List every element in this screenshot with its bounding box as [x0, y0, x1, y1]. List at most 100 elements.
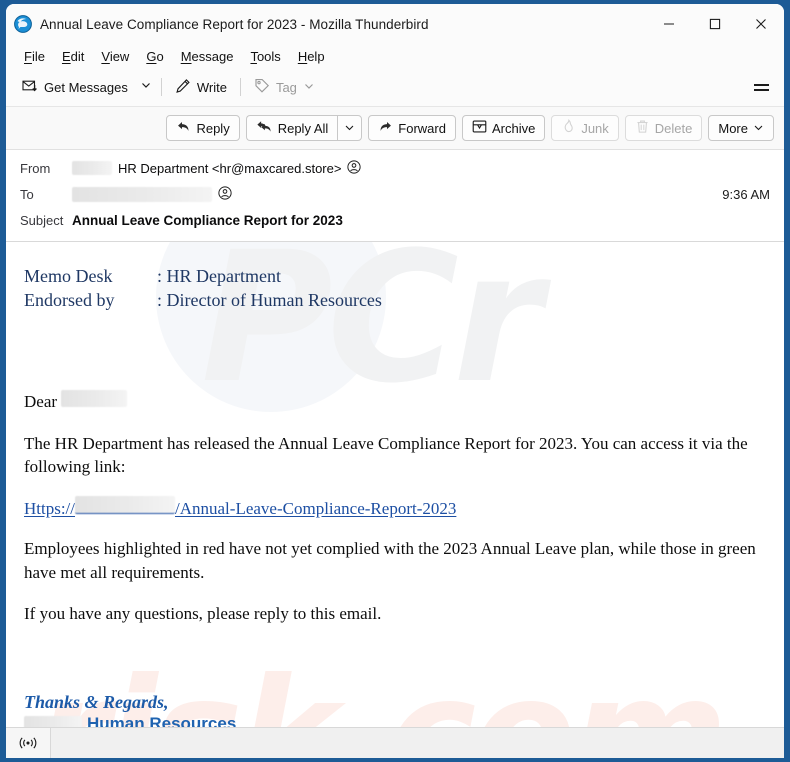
close-icon[interactable]	[738, 4, 784, 44]
message-body: PCr risk.com Memo Desk : HR Department E…	[6, 242, 784, 727]
header-row-to: To 9:36 AM	[6, 181, 784, 207]
reply-all-arrow-icon	[256, 119, 273, 137]
window-title: Annual Leave Compliance Report for 2023 …	[40, 16, 429, 32]
memo-key: Endorsed by	[24, 290, 115, 311]
forward-label: Forward	[398, 120, 446, 136]
toolbar-separator-2	[239, 78, 241, 96]
pencil-icon	[175, 78, 191, 97]
status-bar	[6, 727, 784, 758]
signature-block: Thanks & Regards, Human Resources HR@	[24, 691, 766, 727]
body-content: Memo Desk : HR Department Endorsed by : …	[24, 264, 766, 727]
to-label: To	[20, 186, 34, 202]
delete-button[interactable]: Delete	[624, 115, 703, 141]
link-suffix: /Annual-Leave-Compliance-Report-2023	[175, 499, 457, 519]
reply-arrow-icon	[176, 119, 191, 137]
junk-button[interactable]: Junk	[551, 115, 619, 141]
archive-box-icon	[472, 119, 487, 137]
chevron-down-icon	[140, 78, 152, 96]
chevron-down-icon	[753, 121, 764, 136]
memo-value: : HR Department	[157, 266, 281, 286]
menu-item-go[interactable]: Go	[138, 47, 171, 66]
get-messages-label: Get Messages	[44, 79, 128, 95]
contact-avatar-icon[interactable]	[347, 159, 362, 177]
more-button[interactable]: More	[708, 115, 774, 141]
link-prefix: Https://	[24, 499, 76, 519]
reply-label: Reply	[196, 120, 230, 136]
reply-all-label: Reply All	[277, 120, 329, 136]
message-header: From HR Department <hr@maxcared.store> T…	[6, 150, 784, 242]
flame-icon	[561, 119, 576, 137]
reply-all-dropdown[interactable]	[337, 115, 363, 141]
link-redaction	[75, 496, 176, 515]
tag-icon	[254, 78, 270, 97]
thunderbird-window: Annual Leave Compliance Report for 2023 …	[6, 4, 784, 758]
from-value[interactable]: HR Department <hr@maxcared.store>	[118, 159, 362, 177]
message-action-toolbar: Reply Reply All Forward Archive Junk Del…	[6, 107, 784, 150]
from-label: From	[20, 160, 51, 176]
maximize-icon[interactable]	[692, 4, 738, 44]
memo-table: Memo Desk : HR Department Endorsed by : …	[24, 264, 766, 312]
delete-label: Delete	[654, 120, 693, 136]
menu-item-message[interactable]: Message	[173, 47, 242, 66]
hamburger-bar-2	[753, 88, 769, 91]
reply-all-button[interactable]: Reply All	[245, 115, 338, 141]
reply-button[interactable]: Reply	[166, 115, 240, 141]
toolbar-separator	[160, 78, 162, 96]
archive-button[interactable]: Archive	[461, 115, 546, 141]
subject-label: Subject	[20, 212, 64, 228]
forward-button[interactable]: Forward	[368, 115, 456, 141]
hamburger-bar-1	[753, 83, 769, 86]
thunderbird-logo-icon	[14, 15, 32, 33]
tag-label: Tag	[275, 79, 297, 95]
envelope-download-icon	[22, 78, 38, 97]
chevron-down-icon	[303, 80, 315, 95]
memo-value: : Director of Human Resources	[157, 290, 382, 311]
paragraph-2: Employees highlighted in red have not ye…	[24, 539, 756, 582]
more-label: More	[718, 120, 748, 136]
memo-row: Memo Desk : HR Department	[24, 264, 766, 288]
hamburger-icon[interactable]	[748, 76, 774, 98]
subject-value: Annual Leave Compliance Report for 2023	[72, 212, 343, 228]
junk-label: Junk	[581, 120, 609, 136]
tag-button[interactable]: Tag	[246, 73, 323, 102]
minimize-icon[interactable]	[646, 4, 692, 44]
paragraph-1: The HR Department has released the Annua…	[24, 434, 748, 477]
menu-bar: File Edit View Go Message Tools Help	[6, 44, 784, 68]
menu-item-edit[interactable]: Edit	[54, 47, 92, 66]
salutation-text: Dear	[24, 392, 58, 412]
signature-line-2-text: Human Resources	[87, 714, 237, 727]
menu-item-help[interactable]: Help	[290, 47, 333, 66]
menu-item-tools[interactable]: Tools	[242, 47, 288, 66]
salutation-redaction	[61, 390, 128, 408]
forward-arrow-icon	[378, 119, 393, 137]
signature-redaction-1	[24, 715, 82, 727]
menu-item-view[interactable]: View	[93, 47, 137, 66]
archive-label: Archive	[491, 120, 536, 136]
write-button[interactable]: Write	[167, 73, 235, 102]
contact-avatar-icon[interactable]	[218, 185, 232, 203]
trash-icon	[635, 119, 650, 137]
header-row-subject: Subject Annual Leave Compliance Report f…	[6, 207, 784, 233]
header-row-from: From HR Department <hr@maxcared.store>	[6, 155, 784, 181]
get-messages-button[interactable]: Get Messages	[14, 73, 136, 102]
signature-line-2: Human Resources	[24, 713, 766, 727]
window-controls	[646, 4, 784, 44]
main-toolbar: Get Messages Write Tag	[6, 68, 784, 107]
write-label: Write	[196, 79, 227, 95]
chevron-down-icon	[344, 121, 355, 136]
report-link[interactable]: Https:// /Annual-Leave-Compliance-Report…	[24, 496, 766, 519]
get-messages-dropdown[interactable]	[136, 73, 156, 101]
broadcast-icon[interactable]	[6, 728, 51, 758]
memo-row: Endorsed by : Director of Human Resource…	[24, 288, 766, 312]
menu-item-file[interactable]: File	[16, 47, 53, 66]
memo-key: Memo Desk	[24, 266, 113, 286]
from-redaction	[72, 161, 112, 175]
message-time: 9:36 AM	[722, 186, 770, 202]
to-redaction	[72, 186, 212, 202]
from-address-text: HR Department <hr@maxcared.store>	[118, 160, 342, 176]
signature-line-1: Thanks & Regards,	[24, 691, 169, 712]
reply-all-group: Reply All	[245, 115, 363, 141]
paragraph-3: If you have any questions, please reply …	[24, 603, 382, 623]
to-value[interactable]	[218, 185, 232, 203]
salutation: Dear	[24, 390, 766, 412]
